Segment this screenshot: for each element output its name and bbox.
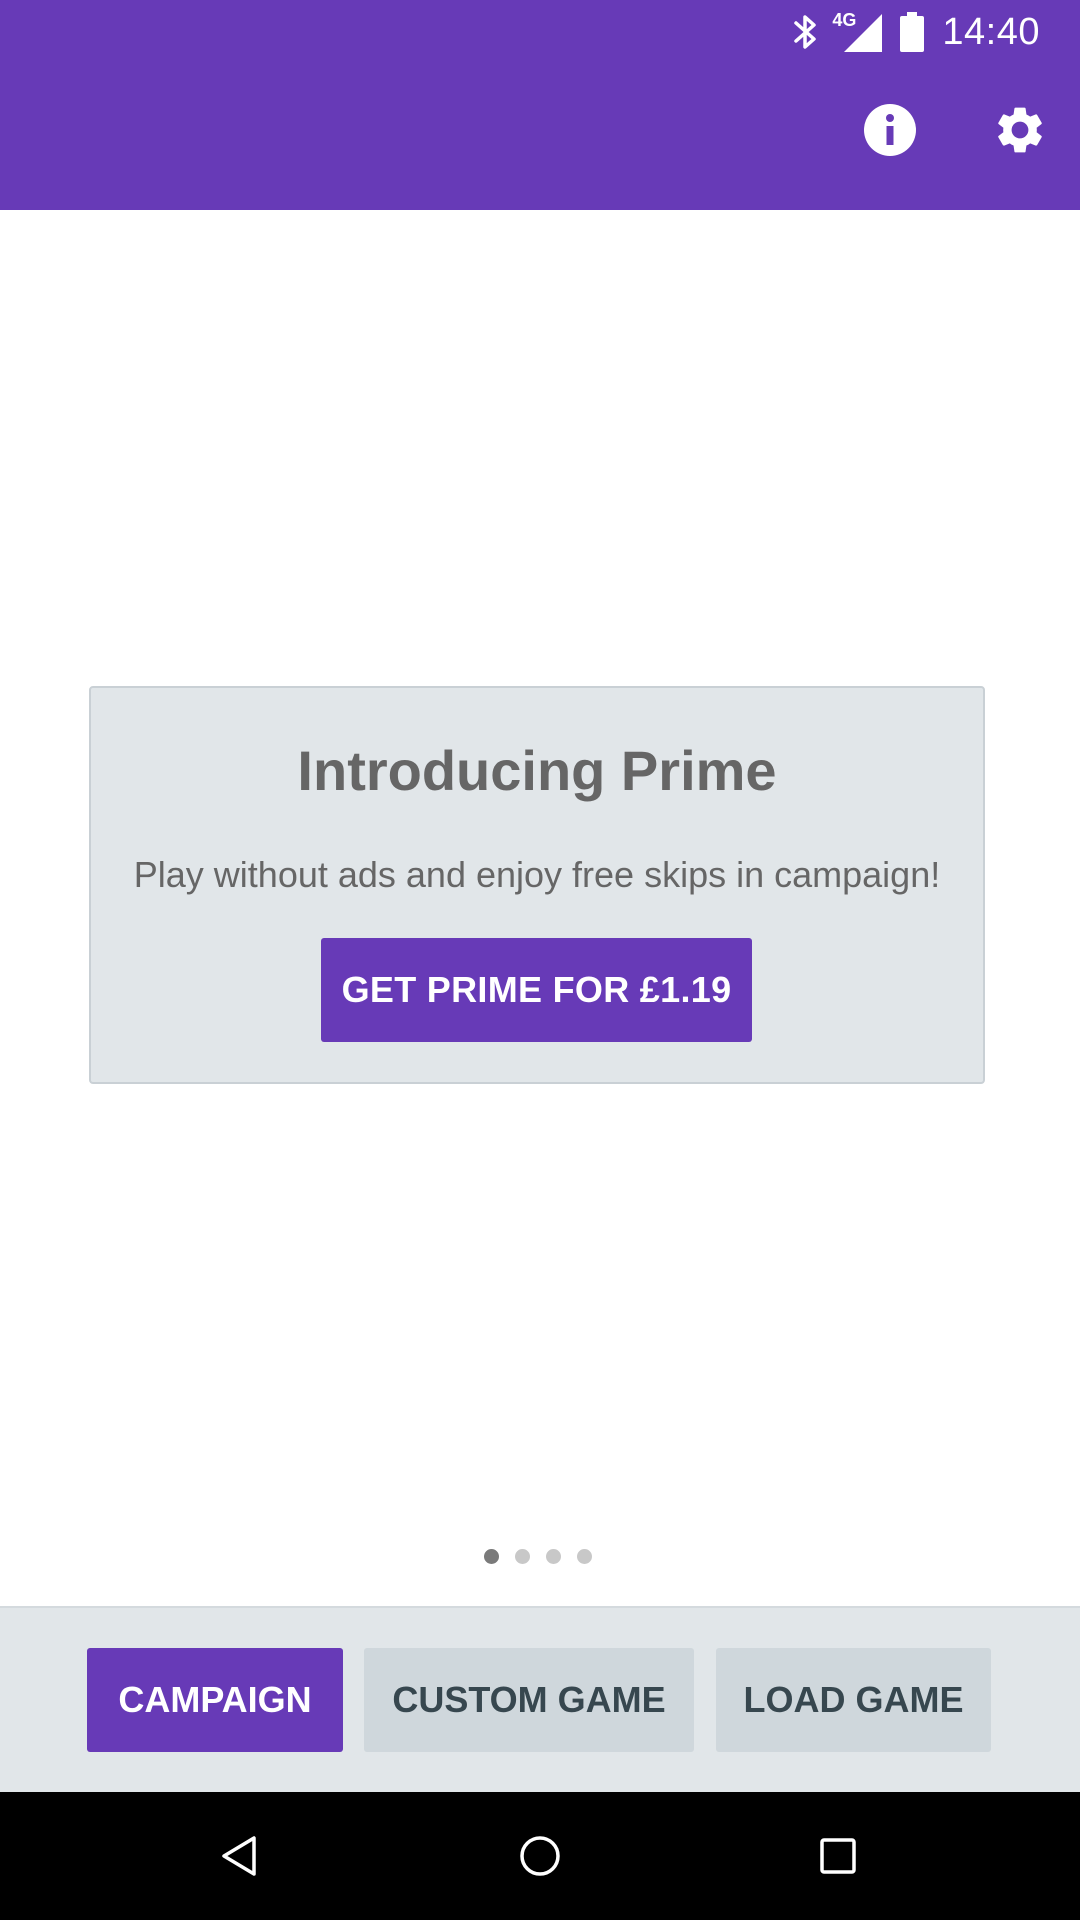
bottom-button-bar: CAMPAIGN CUSTOM GAME LOAD GAME <box>0 1606 1080 1792</box>
page-dot-2[interactable] <box>515 1549 530 1564</box>
promo-description: Play without ads and enjoy free skips in… <box>133 854 941 895</box>
bluetooth-icon <box>790 12 820 52</box>
app-header: 4G 14:40 <box>0 0 1080 210</box>
page-dot-4[interactable] <box>577 1549 592 1564</box>
recents-icon[interactable] <box>806 1824 870 1888</box>
back-icon[interactable] <box>208 1824 272 1888</box>
app-root: 4G 14:40 Introducing Prime Play without … <box>0 0 1080 1920</box>
signal-icon: 4G <box>832 10 883 52</box>
prime-promo-card: Introducing Prime Play without ads and e… <box>89 686 985 1084</box>
promo-title: Introducing Prime <box>297 739 777 802</box>
home-icon[interactable] <box>508 1824 572 1888</box>
page-dot-1[interactable] <box>484 1549 499 1564</box>
page-dot-3[interactable] <box>546 1549 561 1564</box>
get-prime-button[interactable]: GET PRIME FOR £1.19 <box>321 938 752 1042</box>
network-type-label: 4G <box>832 10 857 30</box>
campaign-button[interactable]: CAMPAIGN <box>87 1648 343 1752</box>
settings-icon[interactable] <box>990 100 1050 160</box>
toolbar-actions <box>860 100 1050 160</box>
status-bar: 4G 14:40 <box>790 0 1040 64</box>
battery-icon <box>900 12 925 52</box>
page-indicator <box>484 1549 592 1564</box>
status-time: 14:40 <box>942 10 1040 53</box>
navigation-bar <box>0 1792 1080 1920</box>
custom-game-button[interactable]: CUSTOM GAME <box>364 1648 694 1752</box>
info-icon[interactable] <box>860 100 920 160</box>
load-game-button[interactable]: LOAD GAME <box>716 1648 991 1752</box>
